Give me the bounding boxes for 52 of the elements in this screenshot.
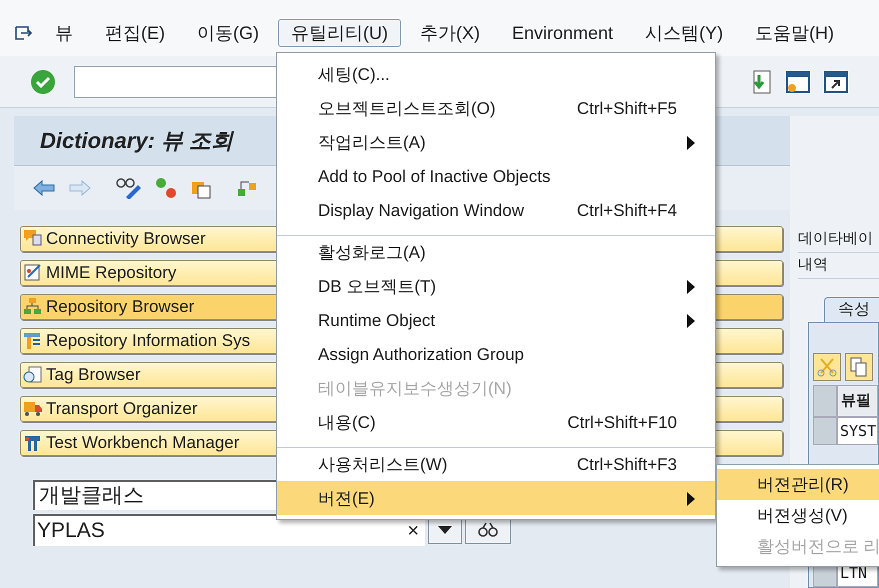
menu-item[interactable]: DB 오브젝트(T) <box>277 269 715 303</box>
menu-bar-item[interactable]: 이동(G) <box>184 19 272 47</box>
shortcut-text: Ctrl+Shift+F5 <box>576 98 677 120</box>
menu-item[interactable]: 오브젝트리스트조회(O) Ctrl+Shift+F5 <box>277 91 715 125</box>
menu-bar-item[interactable]: 도움말(H) <box>742 19 848 47</box>
row-header <box>813 385 837 417</box>
menu-item[interactable]: 버젼관리(R) <box>717 469 879 500</box>
binoculars-icon <box>477 522 499 538</box>
menu-bar-item[interactable]: 추가(X) <box>407 19 493 47</box>
clear-button[interactable]: × <box>407 516 419 546</box>
menu-item[interactable]: 버젼(E) <box>277 481 715 515</box>
menu-item[interactable]: 버젼생성(V) <box>717 500 879 531</box>
menu-bar-item[interactable]: 뷰 <box>42 19 86 47</box>
tab[interactable]: 속성 <box>824 297 879 322</box>
menu-item[interactable]: 작업리스트(A) <box>277 125 715 159</box>
menu-item[interactable]: Assign Authorization Group <box>277 337 715 371</box>
caret-icon <box>438 526 452 534</box>
tag-icon <box>23 365 43 385</box>
glasses-pencil-icon[interactable] <box>116 177 142 199</box>
menu-item[interactable]: Display Navigation Window Ctrl+Shift+F4 <box>277 193 715 227</box>
back-icon[interactable] <box>32 179 56 197</box>
document-pencil-icon <box>23 263 43 283</box>
menu-bar-item[interactable]: 편집(E) <box>92 19 178 47</box>
submenu-arrow-icon <box>687 280 695 294</box>
shortcut-text: Ctrl+Shift+F10 <box>567 412 677 434</box>
new-window-icon[interactable] <box>785 68 811 94</box>
copy-icon[interactable] <box>845 353 873 381</box>
menu-bar-item[interactable]: Environment <box>499 19 626 47</box>
screen-title: Dictionary: 뷰 조회 <box>40 127 234 155</box>
row-header <box>813 417 837 445</box>
menu-bar-item[interactable]: 시스템(Y) <box>632 19 736 47</box>
menu-item[interactable]: Add to Pool of Inactive Objects <box>277 159 715 193</box>
shortcut-text: Ctrl+Shift+F4 <box>576 200 677 222</box>
truck-icon <box>23 399 43 419</box>
menu-item[interactable]: 활성화로그(A) <box>277 235 715 269</box>
menu-item[interactable]: Runtime Object <box>277 303 715 337</box>
submenu-arrow-icon <box>687 136 695 150</box>
hierarchy-icon <box>23 297 43 317</box>
shortcut-window-icon[interactable] <box>823 68 849 94</box>
table-cell: SYST <box>837 417 878 445</box>
command-field[interactable] <box>74 66 279 98</box>
check-icon[interactable] <box>30 68 56 94</box>
shortcut-text: Ctrl+Shift+F3 <box>576 454 677 476</box>
submenu-arrow-icon <box>687 492 695 506</box>
column-header: 뷰필 <box>837 385 878 417</box>
object-name-field[interactable]: YPLAS × <box>33 514 425 546</box>
field-label: 내역 <box>798 255 828 275</box>
field-value: YPLAS <box>37 518 105 544</box>
menu-item[interactable]: 내용(C) Ctrl+Shift+F10 <box>277 405 715 439</box>
submenu-arrow-icon <box>687 314 695 328</box>
menu-bar-item[interactable]: 유틸리티(U) <box>278 19 401 47</box>
field-label: 데이타베이 <box>798 228 873 248</box>
